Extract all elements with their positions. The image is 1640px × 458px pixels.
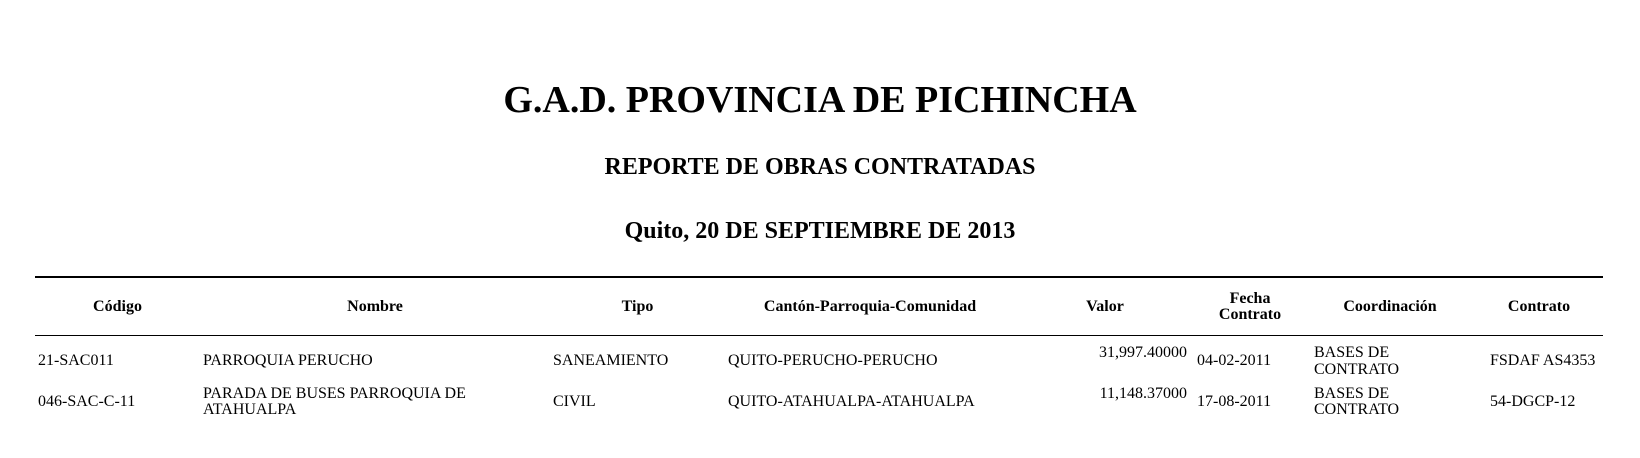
header-canton-parroquia-comunidad: Cantón-Parroquia-Comunidad [763,298,977,315]
cell-contrato: FSDAF AS4353 [1490,352,1596,369]
cell-tipo: SANEAMIENTO [553,352,669,369]
header-fecha-line1: Fecha [1229,290,1271,307]
organization-title: G.A.D. PROVINCIA DE PICHINCHA [503,79,1137,121]
header-coordinacion: Coordinación [1343,298,1437,315]
cell-canton: QUITO-ATAHUALPA-ATAHUALPA [728,393,975,410]
cell-valor: 31,997.40000 [1099,344,1187,361]
cell-canton: QUITO-PERUCHO-PERUCHO [728,352,938,369]
header-codigo: Código [93,298,142,315]
cell-coordinacion-line2: CONTRATO [1314,401,1400,418]
cell-coordinacion-line1: BASES DE [1314,385,1390,402]
header-tipo: Tipo [621,298,654,315]
cell-nombre: PARROQUIA PERUCHO [203,352,373,369]
cell-nombre-line2: ATAHUALPA [203,401,297,418]
cell-codigo: 046-SAC-C-11 [38,393,136,410]
cell-contrato: 54-DGCP-12 [1490,393,1576,410]
cell-nombre-line1: PARADA DE BUSES PARROQUIA DE [203,385,466,402]
header-fecha-contrato: Fecha Contrato [1195,282,1305,332]
report-title: REPORTE DE OBRAS CONTRATADAS [604,154,1036,180]
cell-fecha: 17-08-2011 [1197,393,1272,410]
cell-tipo: CIVIL [553,393,596,410]
cell-coordinacion-line1: BASES DE [1314,344,1390,361]
report-place-date: Quito, 20 DE SEPTIEMBRE DE 2013 [624,218,1016,244]
header-valor: Valor [1086,298,1124,315]
header-fecha-line2: Contrato [1218,306,1282,323]
cell-valor: 11,148.37000 [1099,385,1187,402]
table-header-rule [35,335,1603,336]
cell-fecha: 04-02-2011 [1197,352,1272,369]
header-nombre: Nombre [347,298,403,315]
table-top-rule [35,276,1603,278]
cell-codigo: 21-SAC011 [38,352,114,369]
cell-coordinacion-line2: CONTRATO [1314,361,1400,378]
header-contrato: Contrato [1507,298,1571,315]
